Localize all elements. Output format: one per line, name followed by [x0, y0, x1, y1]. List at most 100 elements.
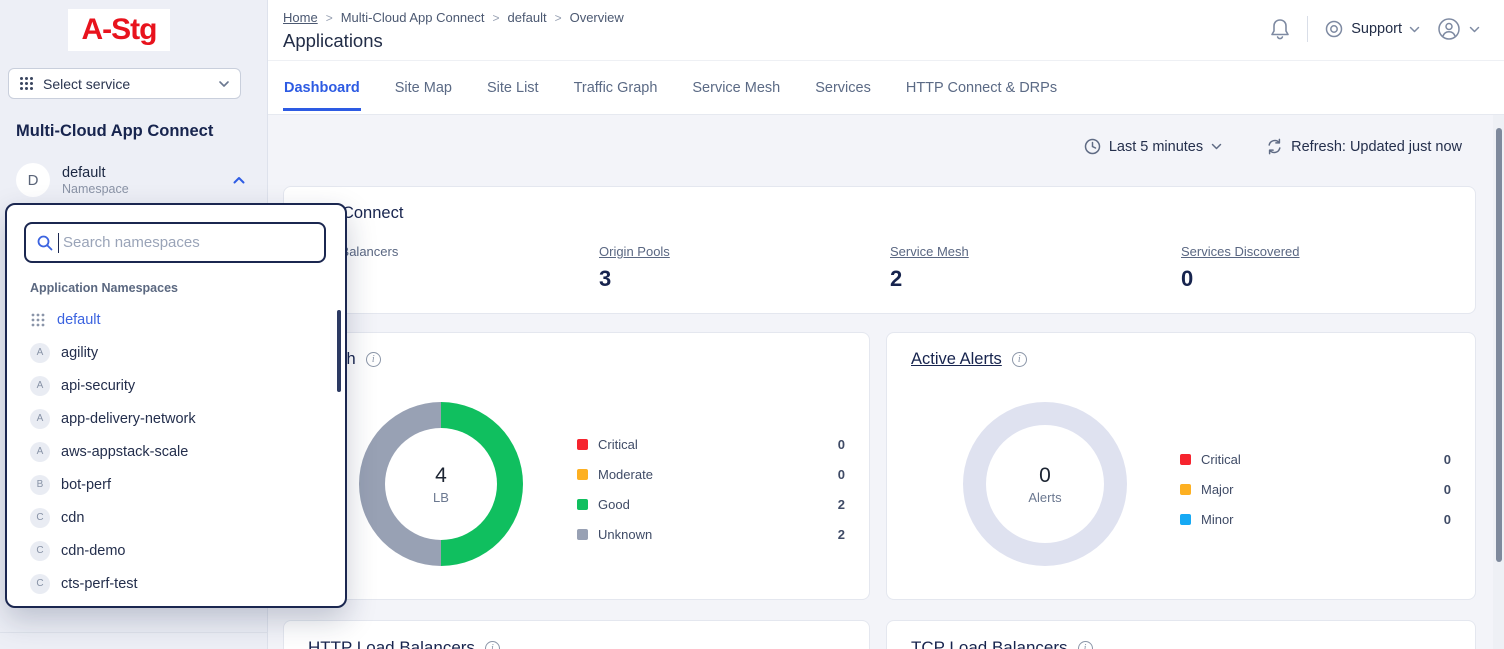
legend-value: 0	[838, 437, 845, 452]
account-menu[interactable]	[1436, 16, 1480, 42]
namespace-item-aws-appstack-scale[interactable]: A aws-appstack-scale	[7, 435, 345, 468]
legend-value: 0	[1444, 482, 1451, 497]
tab-site-map[interactable]: Site Map	[394, 72, 453, 111]
legend-label: Critical	[598, 437, 638, 452]
namespace-dropdown-panel: Application Namespaces default A agility…	[5, 203, 347, 608]
namespace-item-bot-perf[interactable]: B bot-perf	[7, 468, 345, 501]
tab-dashboard[interactable]: Dashboard	[283, 72, 361, 111]
refresh-status-label: Refresh: Updated just now	[1291, 139, 1462, 155]
lifebuoy-icon	[1324, 19, 1344, 39]
page-scrollbar-thumb[interactable]	[1496, 128, 1502, 562]
namespace-list: default A agility A api-security A app-d…	[7, 303, 345, 600]
refresh-button[interactable]: Refresh: Updated just now	[1266, 138, 1462, 155]
legend-row-major: Major 0	[1180, 474, 1451, 504]
legend-value: 2	[838, 497, 845, 512]
active-alerts-title[interactable]: Active Alerts	[911, 350, 1002, 369]
namespace-search-box	[24, 222, 326, 263]
namespace-item-api-security[interactable]: A api-security	[7, 369, 345, 402]
metric-label[interactable]: Origin Pools	[599, 244, 890, 259]
namespace-initial-avatar: B	[30, 475, 50, 495]
refresh-icon	[1266, 138, 1283, 155]
namespace-item-label: cdn-demo	[61, 543, 125, 559]
namespace-item-default[interactable]: default	[7, 303, 345, 336]
namespace-item-cdn[interactable]: C cdn	[7, 501, 345, 534]
breadcrumb-app-connect[interactable]: Multi-Cloud App Connect	[341, 10, 485, 25]
alerts-legend: Critical 0 Major 0 Minor 0	[1180, 444, 1451, 534]
tab-traffic-graph[interactable]: Traffic Graph	[573, 72, 659, 111]
namespace-item-app-delivery-network[interactable]: A app-delivery-network	[7, 402, 345, 435]
namespace-item-cts-perf-test[interactable]: C cts-perf-test	[7, 567, 345, 600]
health-donut-center: 4 LB	[385, 428, 497, 540]
notifications-bell-icon[interactable]	[1269, 17, 1291, 41]
time-range-label: Last 5 minutes	[1109, 139, 1203, 155]
major-color-swatch	[1180, 484, 1191, 495]
legend-row-good: Good 2	[577, 489, 845, 519]
metric-value: 2	[890, 266, 1181, 292]
app-connect-summary-card: App Connect Load Balancers Origin Pools …	[283, 186, 1476, 314]
chevron-down-icon	[1469, 26, 1480, 33]
text-cursor	[58, 233, 59, 253]
metric-service-mesh: Service Mesh 2	[890, 244, 1181, 292]
legend-value: 2	[838, 527, 845, 542]
legend-label: Moderate	[598, 467, 653, 482]
namespace-item-cdn-demo[interactable]: C cdn-demo	[7, 534, 345, 567]
search-input[interactable]	[63, 234, 314, 251]
tab-http-connect-drps[interactable]: HTTP Connect & DRPs	[905, 72, 1058, 111]
namespace-item-agility[interactable]: A agility	[7, 336, 345, 369]
chevron-up-icon	[232, 176, 246, 185]
dropdown-scrollbar-thumb[interactable]	[337, 310, 341, 392]
info-icon[interactable]: i	[1078, 641, 1093, 649]
legend-label: Major	[1201, 482, 1234, 497]
legend-label: Good	[598, 497, 630, 512]
grid-icon	[19, 76, 34, 91]
info-icon[interactable]: i	[485, 641, 500, 649]
metric-services-discovered: Services Discovered 0	[1181, 244, 1451, 292]
namespace-type-label: Namespace	[62, 182, 129, 196]
support-menu[interactable]: Support	[1324, 19, 1420, 39]
namespace-selector[interactable]: D default Namespace	[6, 158, 256, 202]
http-lb-card-title: HTTP Load Balancers	[308, 638, 475, 649]
brand-logo: A-Stg	[68, 9, 170, 51]
namespace-item-label: aws-appstack-scale	[61, 444, 188, 460]
unknown-color-swatch	[577, 529, 588, 540]
metric-load-balancers: Load Balancers	[308, 244, 599, 292]
user-account-icon	[1436, 16, 1462, 42]
namespace-item-label: agility	[61, 345, 98, 361]
info-icon[interactable]: i	[366, 352, 381, 367]
tab-service-mesh[interactable]: Service Mesh	[691, 72, 781, 111]
health-card: Health i 4 LB Critical 0 Moderate 0 Good	[283, 332, 870, 600]
tab-services[interactable]: Services	[814, 72, 872, 111]
breadcrumb-default[interactable]: default	[508, 10, 547, 25]
time-range-dropdown[interactable]: Last 5 minutes	[1084, 138, 1222, 155]
grid-icon	[30, 312, 46, 328]
metric-origin-pools: Origin Pools 3	[599, 244, 890, 292]
info-icon[interactable]: i	[1012, 352, 1027, 367]
namespace-initial-avatar: C	[30, 508, 50, 528]
legend-value: 0	[1444, 452, 1451, 467]
breadcrumb-home[interactable]: Home	[283, 10, 318, 25]
product-title: Multi-Cloud App Connect	[16, 122, 213, 141]
header-divider	[1307, 16, 1308, 42]
breadcrumb: Home > Multi-Cloud App Connect > default…	[283, 10, 624, 25]
minor-color-swatch	[1180, 514, 1191, 525]
alerts-donut-chart: 0 Alerts	[963, 402, 1127, 566]
legend-value: 0	[838, 467, 845, 482]
namespace-group-label: Application Namespaces	[30, 281, 178, 295]
namespace-item-label: app-delivery-network	[61, 411, 196, 427]
tab-site-list[interactable]: Site List	[486, 72, 540, 111]
metric-label[interactable]: Service Mesh	[890, 244, 1181, 259]
breadcrumb-separator: >	[326, 11, 333, 25]
metric-label[interactable]: Services Discovered	[1181, 244, 1451, 259]
namespace-item-label: api-security	[61, 378, 135, 394]
health-legend: Critical 0 Moderate 0 Good 2 Unknown 2	[577, 429, 845, 549]
alerts-donut-unit: Alerts	[1028, 490, 1061, 505]
breadcrumb-separator: >	[555, 11, 562, 25]
summary-metrics: Load Balancers Origin Pools 3 Service Me…	[308, 244, 1451, 292]
moderate-color-swatch	[577, 469, 588, 480]
support-label: Support	[1351, 21, 1402, 37]
metric-value: 0	[1181, 266, 1451, 292]
chevron-down-icon	[1211, 143, 1222, 150]
select-service-dropdown[interactable]: Select service	[8, 68, 241, 99]
legend-value: 0	[1444, 512, 1451, 527]
legend-row-critical: Critical 0	[1180, 444, 1451, 474]
